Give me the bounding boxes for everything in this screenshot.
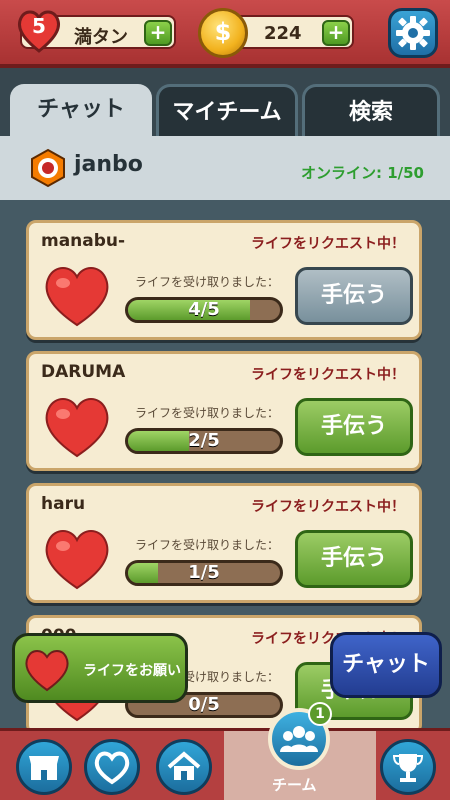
- progress-text: 2/5: [188, 430, 220, 451]
- tab-my-team[interactable]: マイチーム: [156, 84, 298, 136]
- request-status: ライフをリクエスト中！: [251, 367, 405, 383]
- heart-icon: [45, 530, 109, 590]
- help-button[interactable]: 手伝う: [295, 530, 413, 588]
- settings-button[interactable]: [388, 8, 438, 58]
- bottom-nav: [0, 728, 450, 800]
- heart-outline-icon: [94, 751, 130, 785]
- received-label: ライフを受け取りました：: [135, 406, 280, 420]
- heart-icon: [25, 650, 69, 692]
- requester-name: manabu-: [41, 231, 126, 251]
- add-lives-button[interactable]: +: [144, 20, 172, 46]
- lives-count: 5: [32, 14, 46, 38]
- team-emblem-icon: [28, 148, 68, 188]
- tab-bar: チャット マイチーム 検索: [10, 84, 440, 136]
- nav-lives-button[interactable]: [84, 739, 140, 795]
- requester-name: haru: [41, 494, 86, 514]
- coins-count: 224: [264, 23, 302, 44]
- help-button[interactable]: 手伝う: [295, 398, 413, 456]
- online-count: オンライン: 1/50: [300, 164, 424, 182]
- add-coins-button[interactable]: +: [322, 20, 350, 46]
- shop-icon: [29, 756, 59, 780]
- nav-trophy-button[interactable]: [380, 739, 436, 795]
- heart-icon: [45, 267, 109, 327]
- heart-icon: [45, 398, 109, 458]
- home-icon: [167, 751, 201, 780]
- request-status: ライフをリクエスト中！: [251, 236, 405, 252]
- nav-home-button[interactable]: [156, 739, 212, 795]
- team-header: janbo オンライン: 1/50: [0, 136, 450, 200]
- lives-status-label: 満タン: [74, 27, 128, 48]
- received-label: ライフを受け取りました：: [135, 275, 280, 289]
- tab-search[interactable]: 検索: [302, 84, 440, 136]
- received-label: ライフを受け取りました：: [135, 538, 280, 552]
- lives-progress-bar: 4/5: [125, 297, 283, 323]
- coin-icon: $: [198, 8, 248, 58]
- nav-shop-button[interactable]: [16, 739, 72, 795]
- requester-name: DARUMA: [41, 362, 126, 382]
- progress-text: 4/5: [188, 299, 220, 320]
- nav-team-label: チーム: [272, 776, 317, 794]
- progress-text: 1/5: [188, 562, 220, 583]
- lives-progress-bar: 1/5: [125, 560, 283, 586]
- gear-icon: [396, 16, 430, 50]
- team-name: janbo: [74, 152, 143, 177]
- life-request-card: DARUMA ライフをリクエスト中！ ライフを受け取りました： 2/5 手伝う: [26, 351, 422, 471]
- help-button[interactable]: 手伝う: [295, 267, 413, 325]
- trophy-icon: [392, 754, 424, 782]
- request-status: ライフをリクエスト中！: [251, 499, 405, 515]
- ask-life-button[interactable]: ライフをお願い: [12, 633, 188, 703]
- life-request-card: haru ライフをリクエスト中！ ライフを受け取りました： 1/5 手伝う: [26, 483, 422, 603]
- team-notification-badge: 1: [308, 702, 332, 726]
- tab-chat[interactable]: チャット: [10, 84, 152, 136]
- life-request-card: manabu- ライフをリクエスト中！ ライフを受け取りました： 4/5 手伝う: [26, 220, 422, 340]
- lives-heart-icon: 5: [14, 6, 64, 56]
- ask-life-label: ライフをお願い: [83, 663, 181, 679]
- top-bar: 満タン + 5 224 + $: [0, 0, 450, 68]
- chat-button[interactable]: チャット: [330, 632, 442, 698]
- lives-progress-bar: 2/5: [125, 428, 283, 454]
